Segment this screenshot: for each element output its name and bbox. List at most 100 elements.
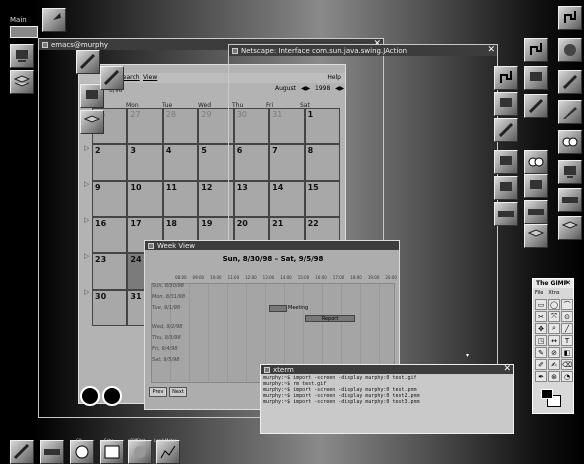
- tool-line-icon[interactable]: ╱: [561, 323, 573, 334]
- day-cell[interactable]: 3: [127, 144, 163, 181]
- small-app-icon[interactable]: [100, 66, 124, 90]
- stack-icon[interactable]: [524, 224, 548, 248]
- monitor-icon[interactable]: [524, 174, 548, 198]
- week-arrow-icon[interactable]: ▷: [84, 144, 89, 152]
- xterm-window[interactable]: xterm ✕ murphy:~$ import -screen -displa…: [260, 364, 514, 434]
- keyboard-icon[interactable]: [558, 188, 582, 212]
- prev-button[interactable]: Prev: [149, 387, 167, 397]
- close-icon[interactable]: ✕: [565, 279, 571, 288]
- swirl-icon[interactable]: [494, 66, 518, 90]
- swirl-icon[interactable]: [558, 6, 582, 30]
- tool-rect-select-icon[interactable]: ▭: [535, 299, 547, 310]
- small-app-icon[interactable]: [80, 110, 104, 134]
- xterm-titlebar[interactable]: xterm ✕: [261, 365, 513, 374]
- time-label: 08:00: [175, 275, 187, 280]
- tool-airbrush-icon[interactable]: ✍: [548, 359, 560, 370]
- tool-gradient-icon[interactable]: ◧: [561, 347, 573, 358]
- tool-eraser-icon[interactable]: ⊘: [548, 347, 560, 358]
- window-menu-icon[interactable]: [264, 366, 270, 373]
- gimp-menu-xtns[interactable]: Xtns: [548, 290, 559, 296]
- row-label: Mon, 8/31/98: [152, 294, 185, 300]
- taskbar-load-icon[interactable]: [156, 440, 180, 464]
- time-label: 09:00: [192, 275, 205, 280]
- xeyes-icon[interactable]: [558, 130, 582, 154]
- gimp-wilber-icon[interactable]: [558, 38, 582, 62]
- report-event[interactable]: Report: [305, 315, 355, 322]
- stack-icon[interactable]: [558, 216, 582, 240]
- gimp-menu-file[interactable]: File: [535, 290, 543, 296]
- taskbar-keyboard-icon[interactable]: [40, 440, 64, 464]
- day-cell[interactable]: 9: [92, 180, 128, 217]
- tools-icon[interactable]: [524, 94, 548, 118]
- tool-ink-icon[interactable]: ✒: [535, 371, 547, 382]
- tool-transform-icon[interactable]: ⤧: [548, 311, 560, 322]
- day-cell[interactable]: 4: [162, 144, 199, 181]
- week-view-titlebar[interactable]: Week View: [145, 241, 399, 250]
- small-app-icon[interactable]: [76, 50, 100, 74]
- next-button[interactable]: Next: [169, 387, 187, 397]
- tool-brush-icon[interactable]: ✐: [535, 359, 547, 370]
- week-arrow-icon[interactable]: ▷: [84, 180, 89, 188]
- tools-icon[interactable]: [558, 70, 582, 94]
- monitor-icon[interactable]: [558, 160, 582, 184]
- monitor-icon[interactable]: [494, 176, 518, 200]
- terminal-line: murphy:~$ import -screen -display murphy…: [263, 399, 420, 405]
- week-arrow-icon[interactable]: ▷: [84, 252, 89, 260]
- tool-scissors-icon[interactable]: ✂: [535, 311, 547, 322]
- day-cell[interactable]: 11: [162, 180, 199, 217]
- window-menu-icon[interactable]: [232, 47, 238, 54]
- keyboard-icon[interactable]: [494, 202, 518, 226]
- tool-smudge-icon[interactable]: ◔: [561, 371, 573, 382]
- window-menu-icon[interactable]: [148, 242, 154, 249]
- computer-icon[interactable]: [524, 66, 548, 90]
- terminal-content[interactable]: murphy:~$ import -screen -display murphy…: [263, 375, 420, 405]
- taskbar: Clk Sche xBiffStat Load Meter: [10, 438, 182, 464]
- tool-lasso-icon[interactable]: ⌒: [561, 299, 573, 310]
- row-label: Wed, 9/2/98: [152, 324, 183, 330]
- stack-icon[interactable]: [10, 70, 34, 94]
- dock-app-icon[interactable]: [42, 8, 66, 32]
- gimp-toolbox[interactable]: The GIMP ✕ File Xtns ▭ ◯ ⌒ ✂ ⤧ ⊙ ✥ ⌕ ╱ ◳…: [532, 278, 574, 414]
- taskbar-app-icon[interactable]: [10, 440, 34, 464]
- tool-text-icon[interactable]: T: [561, 335, 573, 346]
- clock-icon[interactable]: [80, 386, 100, 406]
- day-cell[interactable]: 30: [92, 289, 128, 326]
- netscape-titlebar[interactable]: Netscape: Interface com.sun.java.swing.J…: [229, 45, 497, 56]
- close-icon[interactable]: ✕: [503, 365, 511, 374]
- taskbar-mail-icon[interactable]: [128, 440, 152, 464]
- tool-clone-icon[interactable]: ⌫: [561, 359, 573, 370]
- day-cell[interactable]: 2: [92, 144, 128, 181]
- tools-icon[interactable]: [494, 118, 518, 142]
- mini-switch-icon[interactable]: [10, 26, 38, 38]
- tool-move-icon[interactable]: ✥: [535, 323, 547, 334]
- tool-fuzzy-select-icon[interactable]: ⊙: [561, 311, 573, 322]
- tool-pencil-icon[interactable]: ✎: [535, 347, 547, 358]
- tool-stamp-icon[interactable]: ⊛: [548, 371, 560, 382]
- tool-flip-icon[interactable]: ↔: [548, 335, 560, 346]
- swirl-icon[interactable]: [524, 38, 548, 62]
- window-menu-icon[interactable]: [42, 41, 48, 48]
- week-arrow-icon[interactable]: ▷: [84, 288, 89, 296]
- day-cell[interactable]: 27: [127, 108, 163, 145]
- day-cell[interactable]: 28: [162, 108, 199, 145]
- xeyes-icon[interactable]: [524, 150, 548, 174]
- week-arrow-icon[interactable]: ▷: [84, 216, 89, 224]
- taskbar-clock-icon[interactable]: [70, 440, 94, 464]
- computer-icon[interactable]: [494, 92, 518, 116]
- day-cell[interactable]: 10: [127, 180, 163, 217]
- meeting-event[interactable]: [269, 305, 287, 312]
- day-cell[interactable]: 16: [92, 216, 128, 254]
- tool-zoom-icon[interactable]: ⌕: [548, 323, 560, 334]
- day-cell[interactable]: 23: [92, 253, 128, 290]
- tool-crop-icon[interactable]: ◳: [535, 335, 547, 346]
- keyboard-icon[interactable]: [524, 200, 548, 224]
- tool-ellipse-select-icon[interactable]: ◯: [548, 299, 560, 310]
- drawing-icon[interactable]: [558, 100, 582, 124]
- clock-icon[interactable]: [102, 386, 122, 406]
- computer-icon[interactable]: [494, 150, 518, 174]
- menu-view[interactable]: View: [143, 74, 157, 81]
- gimp-titlebar[interactable]: The GIMP ✕: [533, 279, 573, 288]
- color-swatch-fg[interactable]: [541, 389, 553, 399]
- computer-icon[interactable]: [10, 44, 34, 68]
- taskbar-calendar-icon[interactable]: [100, 440, 124, 464]
